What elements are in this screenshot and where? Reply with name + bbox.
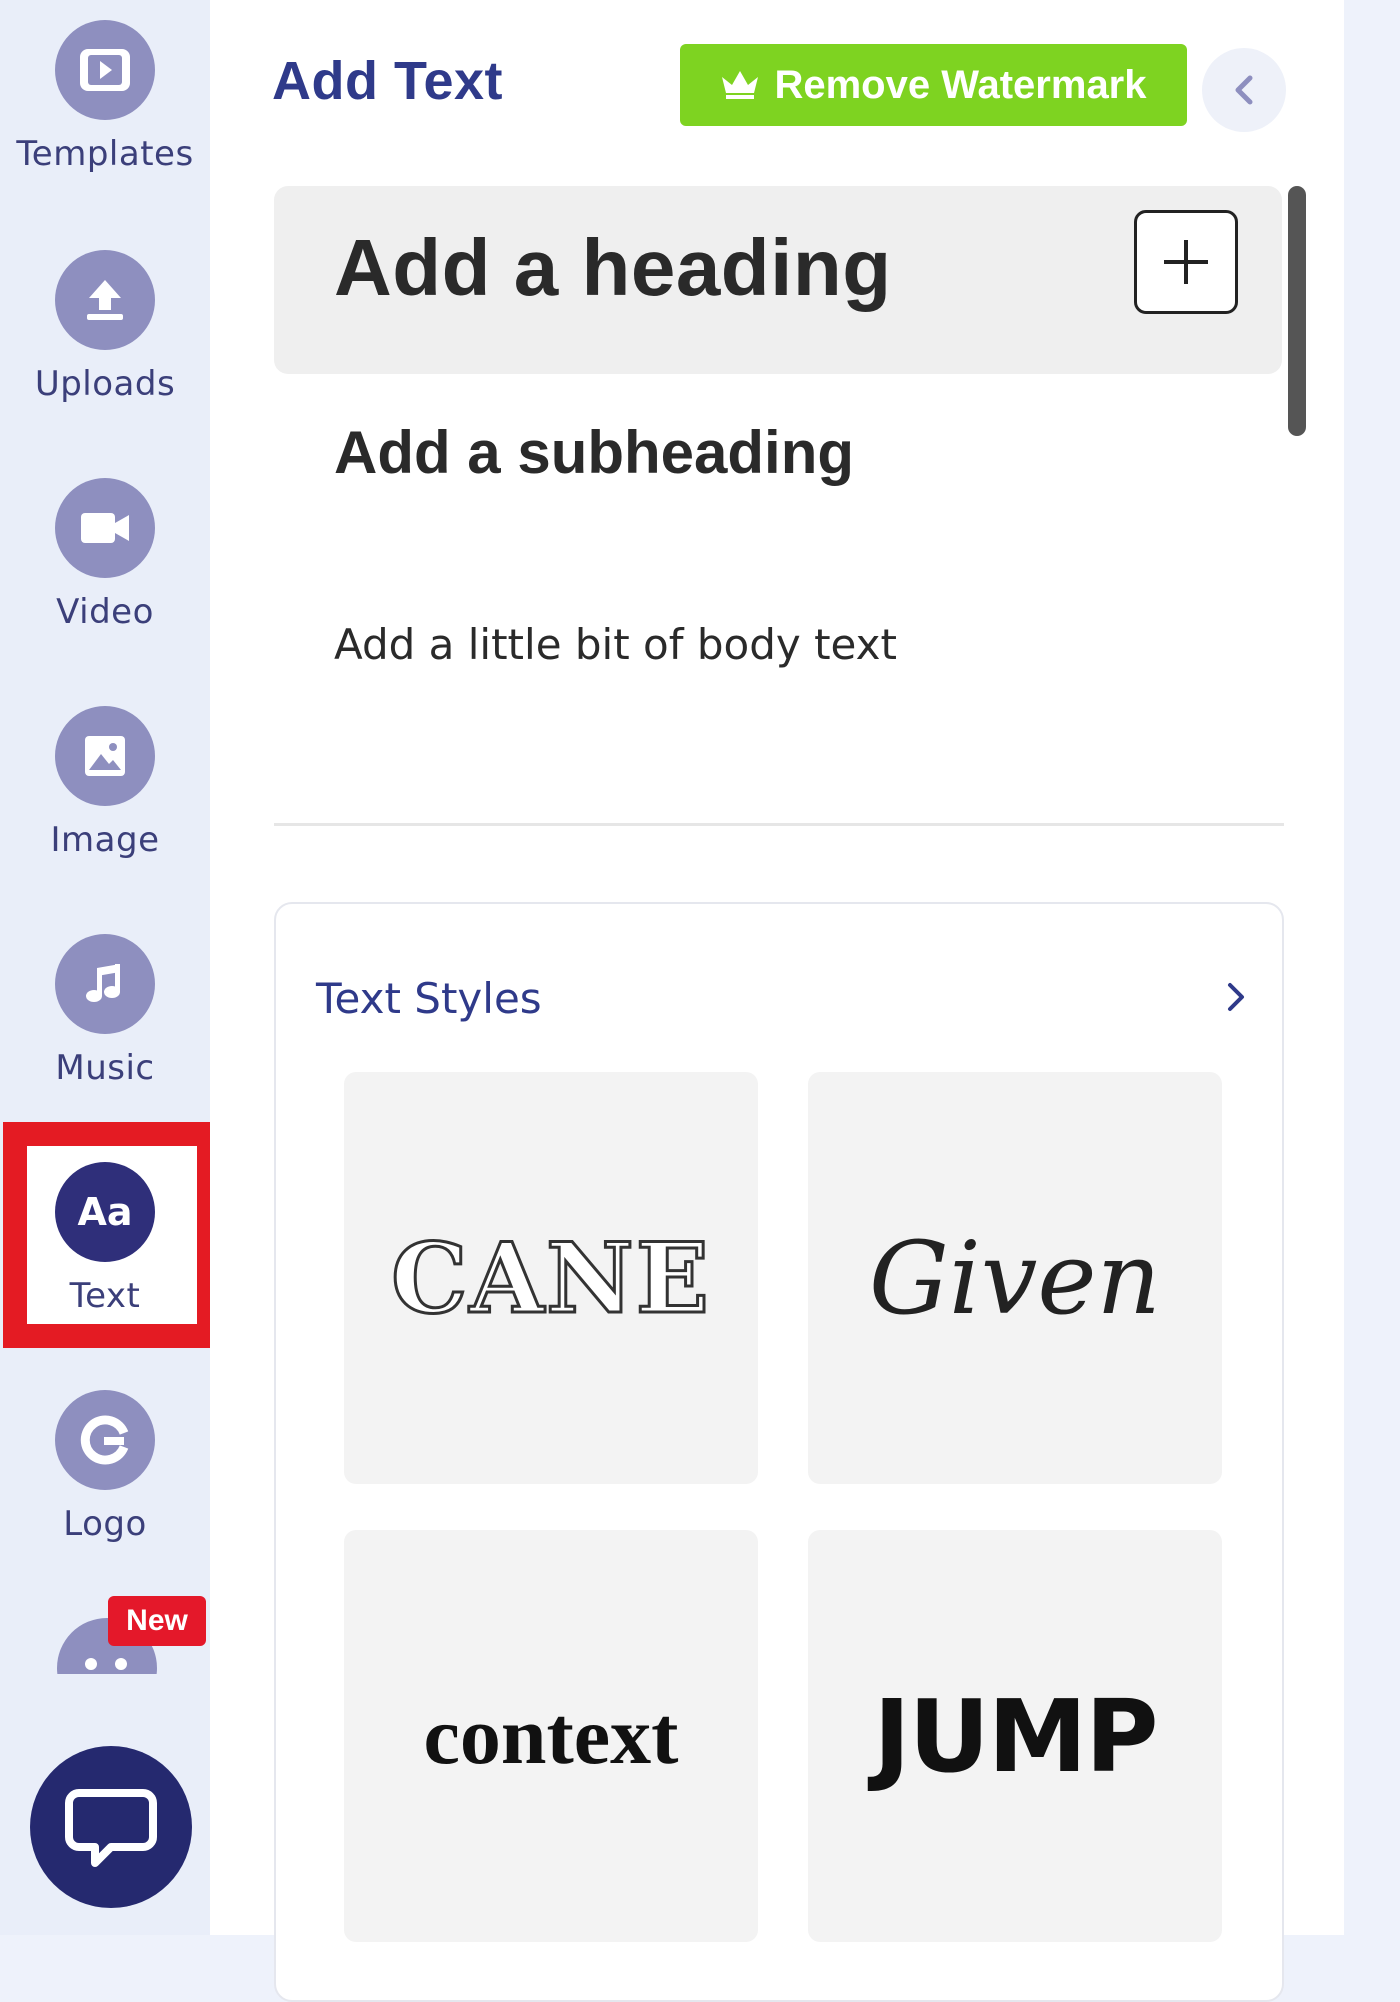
sidebar-item-label: Uploads: [34, 364, 176, 404]
sidebar-item-templates[interactable]: Templates: [0, 20, 210, 174]
crown-icon: [722, 71, 759, 99]
upload-icon: [55, 250, 155, 350]
add-text-panel: Add Text Remove Watermark Add a heading …: [210, 0, 1344, 2002]
text-aa-icon: Aa: [55, 1162, 155, 1262]
chevron-left-icon: [1235, 75, 1253, 105]
divider: [274, 823, 1284, 826]
add-heading-label: Add a heading: [334, 223, 892, 312]
film-icon: [55, 20, 155, 120]
panel-scrollbar[interactable]: [1288, 186, 1306, 436]
remove-watermark-button[interactable]: Remove Watermark: [680, 44, 1187, 126]
canvas-edge: [1344, 0, 1400, 1935]
text-styles-more-button[interactable]: [1216, 972, 1256, 1022]
add-heading-plus-button[interactable]: [1134, 210, 1238, 314]
text-style-preview: JUMP: [873, 1677, 1158, 1795]
plus-icon: [1164, 240, 1208, 284]
add-subheading-item[interactable]: Add a subheading: [334, 418, 854, 487]
add-heading-card[interactable]: Add a heading: [274, 186, 1282, 374]
text-styles-section: Text Styles CANE Given context JUMP: [274, 902, 1284, 2002]
sidebar-item-label: Text: [69, 1276, 141, 1316]
remove-watermark-label: Remove Watermark: [774, 62, 1147, 107]
video-camera-icon: [55, 478, 155, 578]
panel-title: Add Text: [272, 51, 503, 111]
text-style-tile-jump[interactable]: JUMP: [808, 1530, 1222, 1942]
collapse-panel-button[interactable]: [1202, 48, 1286, 132]
sidebar-item-label: Logo: [63, 1504, 147, 1544]
logo-g-icon: [55, 1390, 155, 1490]
sidebar: Templates Uploads Video Image Music Aa T…: [0, 0, 221, 1935]
sidebar-item-label: Video: [56, 592, 154, 632]
text-style-preview: Given: [869, 1219, 1161, 1337]
image-icon: [55, 706, 155, 806]
text-style-tile-context[interactable]: context: [344, 1530, 758, 1942]
sidebar-item-label: Image: [50, 820, 160, 860]
text-style-tile-cane[interactable]: CANE: [344, 1072, 758, 1484]
sidebar-item-text[interactable]: Aa Text: [0, 1162, 210, 1316]
new-badge: New: [108, 1596, 206, 1646]
sidebar-item-image[interactable]: Image: [0, 706, 210, 860]
text-style-preview: CANE: [390, 1220, 711, 1336]
text-style-preview: context: [423, 1690, 679, 1781]
chat-button[interactable]: [30, 1746, 192, 1908]
sidebar-item-music[interactable]: Music: [0, 934, 210, 1088]
sidebar-item-video[interactable]: Video: [0, 478, 210, 632]
add-body-text-item[interactable]: Add a little bit of body text: [334, 620, 897, 669]
sidebar-item-logo[interactable]: Logo: [0, 1390, 210, 1544]
chat-bubble-icon: [65, 1789, 157, 1867]
sidebar-item-label: Templates: [16, 134, 194, 174]
sidebar-item-uploads[interactable]: Uploads: [0, 250, 210, 404]
music-note-icon: [55, 934, 155, 1034]
text-styles-title: Text Styles: [316, 974, 542, 1023]
chevron-right-icon: [1228, 983, 1244, 1011]
text-style-tile-given[interactable]: Given: [808, 1072, 1222, 1484]
sidebar-item-label: Music: [55, 1048, 155, 1088]
